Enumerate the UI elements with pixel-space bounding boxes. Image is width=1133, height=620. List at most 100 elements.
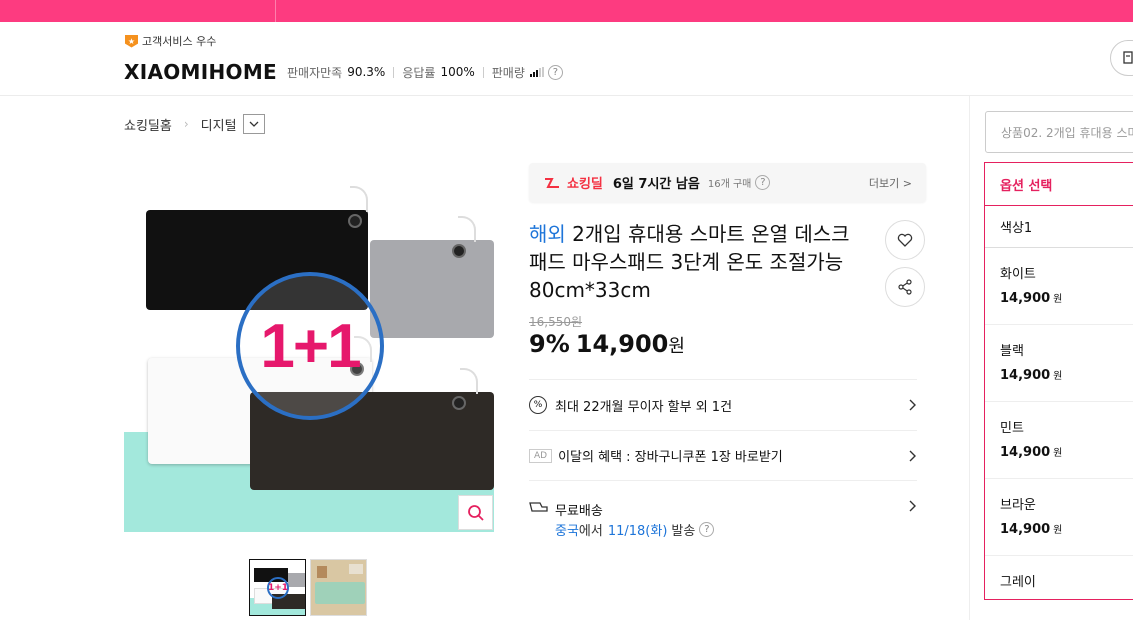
promo-circle: 1+1: [236, 272, 384, 420]
top-banner-divider: [275, 0, 276, 22]
help-icon[interactable]: ?: [547, 64, 563, 80]
cart-icon: [1123, 51, 1133, 64]
sales-label: 판매량: [491, 65, 525, 80]
thumbnail-1[interactable]: 1+1: [249, 559, 306, 616]
chevron-down-icon: [249, 121, 259, 127]
monthly-benefit-text: 이달의 혜택 : 장바구니쿠폰 1장 바로받기: [558, 450, 783, 465]
service-badge: ★ 고객서비스 우수: [125, 33, 216, 49]
breadcrumb: 쇼킹딜홈 › 디지털: [124, 114, 265, 134]
product-main-image[interactable]: 1+1: [124, 160, 494, 532]
satisfaction-label: 판매자만족: [287, 65, 343, 80]
installment-text: 최대 22개월 무이자 할부 외 1건: [555, 399, 733, 415]
option-item[interactable]: 화이트 14,900 원: [985, 248, 1133, 325]
bars-icon: [529, 67, 544, 77]
original-price: 16,550원: [529, 315, 583, 329]
top-banner: [0, 0, 1133, 22]
heart-icon: [897, 233, 913, 247]
option-name: 블랙: [1000, 344, 1024, 359]
award-icon: ★: [125, 34, 138, 48]
cord: [458, 216, 476, 242]
option-group-label: 색상1: [985, 206, 1133, 248]
ship-date: 11/18(화): [607, 524, 668, 539]
zoom-icon: [467, 504, 484, 521]
option-panel: 옵션 선택 색상1 화이트 14,900 원 블랙 14,900 원 민트 14,9…: [984, 162, 1133, 600]
zoom-button[interactable]: [458, 495, 493, 530]
chevron-right-icon: [909, 450, 916, 461]
deal-bolt-icon: [545, 177, 559, 188]
overseas-tag: 해외: [529, 222, 566, 246]
option-unit: 원: [1053, 294, 1063, 305]
knob: [452, 396, 466, 410]
discount-rate: 9%: [529, 330, 570, 358]
price-row: 9% 14,900 원: [529, 330, 685, 358]
ad-tag: AD: [529, 448, 553, 463]
ship-from-text: 에서: [578, 524, 603, 539]
option-selector-input[interactable]: 상품02. 2개입 휴대용 스마트 온열: [985, 111, 1133, 153]
sales-stat: 판매량 ?: [492, 64, 563, 81]
option-price: 14,900: [1000, 445, 1051, 460]
promo-text: 1+1: [260, 311, 361, 381]
share-icon: [898, 279, 912, 295]
share-button[interactable]: [885, 267, 925, 307]
option-item[interactable]: 블랙 14,900 원: [985, 325, 1133, 402]
stat-divider: [482, 66, 484, 78]
service-badge-label: 고객서비스 우수: [142, 35, 217, 48]
option-name: 화이트: [1000, 267, 1036, 282]
shipping-title: 무료배송: [555, 504, 603, 519]
thumb-promo-circle: 1+1: [267, 577, 289, 599]
ship-action: 발송: [671, 524, 696, 539]
ship-origin: 중국: [555, 524, 579, 539]
response-stat: 응답률 100%: [402, 64, 474, 81]
option-price: 14,900: [1000, 368, 1051, 383]
option-item[interactable]: 브라운 14,900 원: [985, 479, 1133, 556]
satisfaction-stat: 판매자만족 90.3%: [287, 64, 385, 81]
deal-more-link[interactable]: 더보기 >: [869, 175, 912, 191]
option-item[interactable]: 그레이: [985, 556, 1133, 599]
truck-icon: [529, 502, 548, 512]
option-price: 14,900: [1000, 291, 1051, 306]
satisfaction-value: 90.3%: [347, 65, 386, 79]
cart-button[interactable]: [1110, 40, 1133, 76]
column-divider: [969, 96, 970, 620]
deal-remaining: 6일 7시간 남음: [612, 177, 700, 192]
thumbnail-list: 1+1: [249, 559, 367, 616]
knob: [452, 244, 466, 258]
stat-divider: [393, 66, 395, 78]
chevron-right-icon: [909, 399, 916, 411]
help-icon[interactable]: ?: [755, 175, 771, 190]
response-label: 응답률: [402, 65, 436, 80]
product-title-text: 2개입 휴대용 스마트 온열 데스크 패드 마우스패드 3단계 온도 조절가능 …: [529, 222, 850, 302]
option-name: 그레이: [1000, 575, 1036, 590]
price-currency: 원: [668, 336, 685, 357]
wishlist-button[interactable]: [885, 220, 925, 260]
shocking-deal-bar: 쇼킹딜 6일 7시간 남음 16개 구매 ? 더보기 >: [529, 163, 926, 202]
option-name: 민트: [1000, 421, 1024, 436]
cord: [350, 186, 368, 212]
option-unit: 원: [1053, 448, 1063, 459]
sale-price: 14,900: [575, 330, 669, 358]
knob: [348, 214, 362, 228]
option-item[interactable]: 민트 14,900 원: [985, 402, 1133, 479]
monthly-benefit[interactable]: AD 이달의 혜택 : 장바구니쿠폰 1장 바로받기: [529, 430, 917, 480]
gray-pad: [370, 240, 494, 338]
option-header: 옵션 선택: [985, 163, 1133, 206]
option-unit: 원: [1053, 525, 1063, 536]
option-unit: 원: [1053, 371, 1063, 382]
store-row: XIAOMIHOME 판매자만족 90.3% 응답률 100% 판매량 ?: [124, 60, 563, 84]
deal-bought-count: 16개 구매: [707, 179, 752, 190]
product-title: 해외 2개입 휴대용 스마트 온열 데스크 패드 마우스패드 3단계 온도 조절…: [529, 220, 874, 304]
chevron-right-icon: ›: [183, 117, 189, 131]
breadcrumb-category[interactable]: 디지털: [201, 115, 237, 134]
seller-header: ★ 고객서비스 우수 XIAOMIHOME 판매자만족 90.3% 응답률 10…: [0, 22, 1133, 96]
shipping-detail: 중국 에서 11/18(화) 발송 ?: [555, 520, 715, 539]
chevron-right-icon: [909, 500, 916, 512]
cord: [460, 368, 478, 394]
deal-label: 쇼킹딜: [567, 177, 603, 192]
help-icon[interactable]: ?: [699, 522, 715, 537]
breadcrumb-home[interactable]: 쇼킹딜홈: [124, 115, 172, 134]
store-name[interactable]: XIAOMIHOME: [124, 60, 277, 84]
category-dropdown[interactable]: [242, 114, 265, 134]
percent-icon: %: [529, 396, 547, 414]
installment-benefit[interactable]: % 최대 22개월 무이자 할부 외 1건: [529, 379, 917, 430]
thumbnail-2[interactable]: [310, 559, 367, 616]
